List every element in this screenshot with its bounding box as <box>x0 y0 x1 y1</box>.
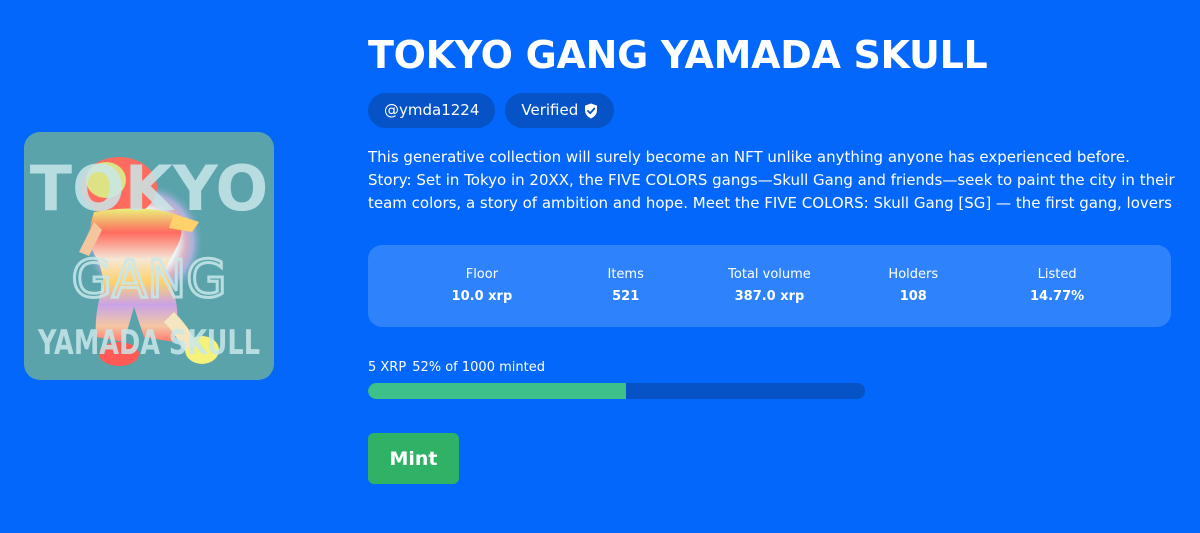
mint-price: 5 XRP <box>368 360 407 375</box>
artwork-text-line2: GANG <box>71 250 226 310</box>
mint-progress-fill <box>368 383 627 399</box>
stat-floor: Floor 10.0 xrp <box>410 266 554 307</box>
verified-shield-icon <box>585 103 598 118</box>
stat-value: 14.77% <box>1030 288 1085 304</box>
stat-label: Holders <box>888 266 939 282</box>
stat-total-volume: Total volume 387.0 xrp <box>698 266 842 307</box>
stat-label: Items <box>607 266 644 282</box>
creator-handle[interactable]: @ymda1224 <box>384 93 479 128</box>
collection-artwork: TOKYO GANG YAMADA SKULL <box>24 132 274 380</box>
stat-value: 521 <box>612 288 640 304</box>
stat-holders: Holders 108 <box>841 266 985 307</box>
mint-progress-bar <box>368 383 865 399</box>
creator-badges: @ymda1224 Verified <box>368 93 615 128</box>
artwork-text-line3: YAMADA SKULL <box>37 323 260 363</box>
mint-progress-text: 52% of 1000 minted <box>412 360 545 375</box>
stat-label: Floor <box>465 266 499 282</box>
mint-info: 5 XRP 52% of 1000 minted <box>368 359 545 377</box>
mint-button[interactable]: Mint <box>368 433 459 484</box>
stat-items: Items 521 <box>554 266 698 307</box>
artwork-text-line1: TOKYO <box>30 152 268 225</box>
stats-panel: Floor 10.0 xrp Items 521 Total volume 38… <box>368 245 1171 327</box>
stat-listed: Listed 14.77% <box>985 266 1129 307</box>
stat-label: Total volume <box>728 266 811 282</box>
collection-title: TOKYO GANG YAMADA SKULL <box>368 33 988 77</box>
verified-badge[interactable]: Verified <box>505 93 615 128</box>
creator-handle-badge[interactable]: @ymda1224 <box>368 93 496 128</box>
stat-value: 10.0 xrp <box>451 288 513 304</box>
collection-description: This generative collection will surely b… <box>368 148 1175 212</box>
stat-label: Listed <box>1037 266 1077 282</box>
verified-label: Verified <box>521 101 579 119</box>
stat-value: 108 <box>899 288 927 304</box>
stat-value: 387.0 xrp <box>734 288 805 304</box>
